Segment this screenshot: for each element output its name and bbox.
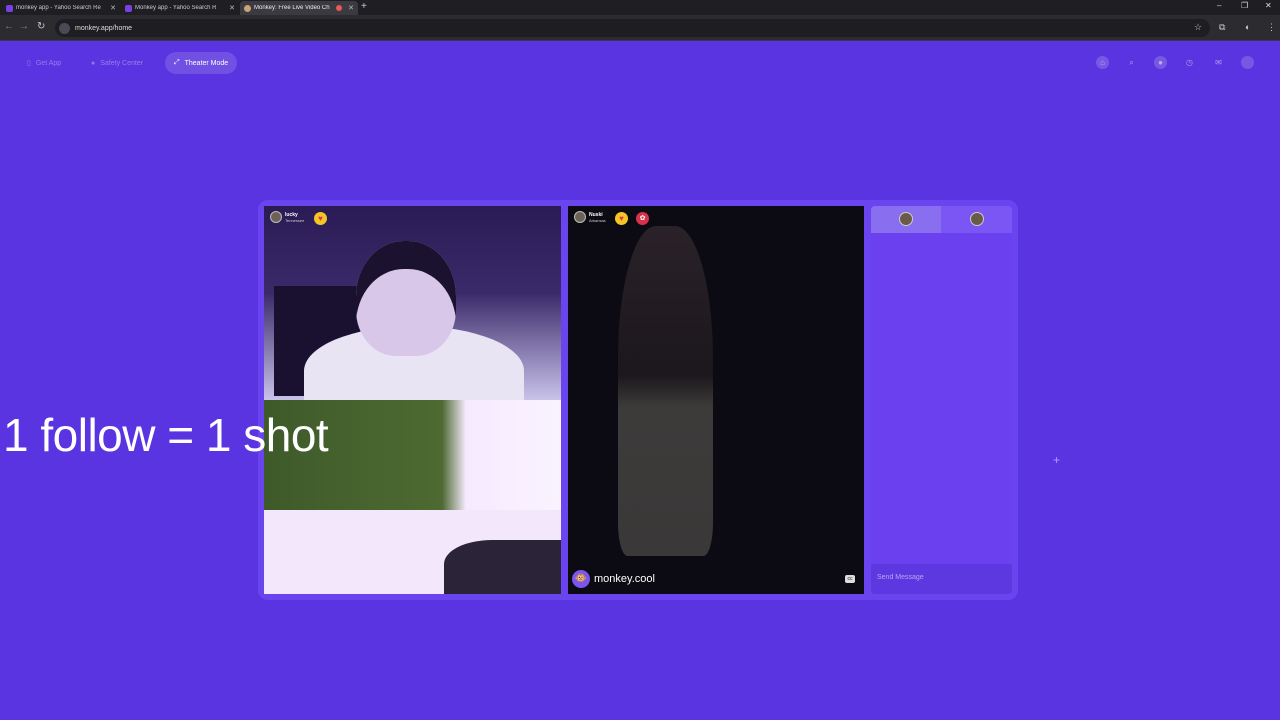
- tab-title: Monkey app - Yahoo Search R: [135, 5, 217, 11]
- monkey-favicon-icon: [244, 4, 251, 12]
- send-message-input[interactable]: Send Message: [871, 564, 1012, 594]
- partner-video-right: [568, 206, 864, 594]
- heart-icon[interactable]: ♥: [314, 212, 327, 225]
- browser-tab-bar: monkey app - Yahoo Search Re ✕ Monkey ap…: [0, 0, 1280, 15]
- back-icon[interactable]: ←: [4, 21, 14, 32]
- close-icon[interactable]: ✕: [110, 4, 116, 12]
- forward-icon[interactable]: →: [19, 21, 29, 32]
- get-app-label: Get App: [35, 59, 62, 67]
- new-tab-icon[interactable]: +: [361, 1, 367, 12]
- window-close-icon[interactable]: ✕: [1265, 1, 1272, 10]
- avatar[interactable]: [899, 212, 913, 226]
- browser-tab[interactable]: monkey app - Yahoo Search Re ✕: [2, 1, 120, 15]
- phone-icon: ▯: [27, 60, 31, 67]
- minimize-icon[interactable]: –: [1217, 1, 1221, 10]
- safety-center-button[interactable]: ● Safety Center: [82, 52, 152, 74]
- monkey-logo-icon: 🐵: [572, 570, 590, 588]
- overlay-caption: 1 follow = 1 shot: [3, 409, 329, 461]
- messages-icon[interactable]: ✉: [1212, 56, 1225, 69]
- partner-video-top: [264, 206, 561, 400]
- address-bar: ← → ↻ monkey.app/home ☆ ⧉ ◐ ⋮: [0, 15, 1280, 41]
- avatar[interactable]: [1241, 56, 1254, 69]
- browser-tab[interactable]: Monkey app - Yahoo Search R ✕: [121, 1, 239, 15]
- tab-title: Monkey: Free Live Video Ch: [254, 5, 330, 11]
- close-icon[interactable]: ✕: [229, 4, 235, 12]
- tab-title: monkey app - Yahoo Search Re: [16, 5, 101, 11]
- coin-icon[interactable]: ●: [1154, 56, 1167, 69]
- theater-mode-label: Theater Mode: [184, 59, 229, 67]
- url-text: monkey.app/home: [75, 24, 133, 32]
- yahoo-favicon-icon: [125, 4, 132, 12]
- browser-tab-active[interactable]: Monkey: Free Live Video Ch ✕: [240, 1, 358, 15]
- user-tag-right[interactable]: Nuski Arkansas: [574, 211, 606, 223]
- captions-icon[interactable]: cc: [845, 575, 855, 583]
- store-icon[interactable]: ⌂: [1096, 56, 1109, 69]
- bookmark-star-icon[interactable]: ☆: [1194, 22, 1202, 33]
- cursor-crosshair-icon: +: [1053, 453, 1061, 467]
- brand-name: monkey.cool: [594, 573, 655, 585]
- restore-icon[interactable]: ❐: [1241, 1, 1248, 10]
- search-icon[interactable]: ⌕: [1125, 56, 1138, 69]
- close-icon[interactable]: ✕: [348, 4, 354, 12]
- avatar[interactable]: [970, 212, 984, 226]
- reload-icon[interactable]: ↻: [37, 21, 45, 32]
- user-location: Tennessee: [285, 217, 305, 223]
- user-location: Arkansas: [589, 217, 606, 223]
- menu-icon[interactable]: ⋮: [1267, 22, 1276, 33]
- history-icon[interactable]: ◷: [1183, 56, 1196, 69]
- get-app-button[interactable]: ▯ Get App: [18, 52, 70, 74]
- profile-icon[interactable]: ◐: [1245, 22, 1250, 32]
- yahoo-favicon-icon: [6, 4, 13, 12]
- rose-gift-icon[interactable]: ✿: [636, 212, 649, 225]
- expand-icon: ⤢: [174, 59, 180, 66]
- extensions-icon[interactable]: ⧉: [1219, 22, 1225, 33]
- avatar: [270, 211, 282, 223]
- shield-icon: ●: [91, 59, 96, 67]
- chat-header: [871, 206, 1012, 233]
- monkey-watermark: 🐵 monkey.cool: [572, 570, 655, 588]
- avatar: [574, 211, 586, 223]
- safety-center-label: Safety Center: [100, 59, 144, 67]
- url-input[interactable]: monkey.app/home: [55, 19, 1210, 37]
- heart-icon[interactable]: ♥: [615, 212, 628, 225]
- theater-mode-button[interactable]: ⤢ Theater Mode: [165, 52, 238, 74]
- chat-panel: Send Message: [871, 206, 1012, 594]
- recording-icon: [336, 5, 343, 11]
- user-tag-left[interactable]: lucky Tennessee: [270, 211, 304, 223]
- site-info-icon[interactable]: [59, 22, 70, 34]
